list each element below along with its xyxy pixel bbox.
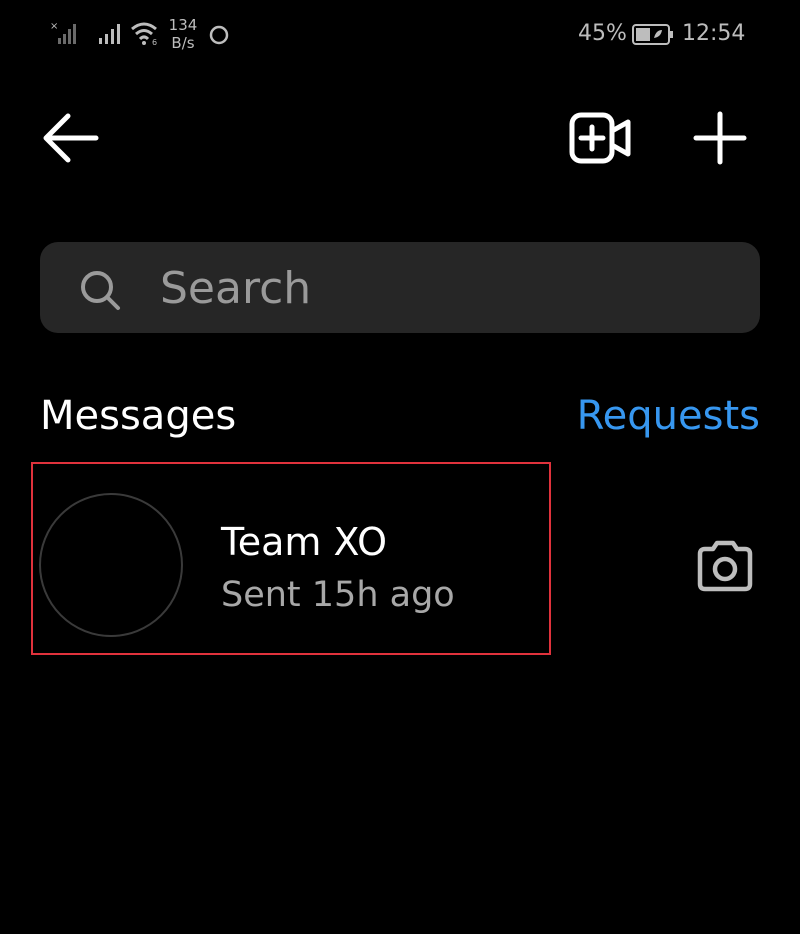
messages-section-title: Messages: [40, 393, 237, 439]
thread-name: Team XO: [221, 520, 388, 564]
status-bar: × 6 134 B/s 45% 12:54: [0, 0, 800, 70]
svg-text:×: ×: [50, 21, 58, 32]
video-call-add-icon[interactable]: [568, 110, 634, 166]
search-icon: [81, 271, 120, 310]
network-speed: 134 B/s: [168, 16, 198, 52]
requests-link[interactable]: Requests: [577, 390, 760, 442]
signal-strength-icon: [99, 24, 120, 44]
no-sim-signal-icon: ×: [50, 21, 76, 44]
clock: 12:54: [682, 21, 746, 46]
network-speed-value: 134: [168, 16, 198, 34]
wifi-icon: 6: [131, 22, 157, 46]
top-bar: [0, 100, 800, 180]
battery-percent: 45%: [578, 21, 627, 46]
avatar: [39, 493, 183, 637]
thread-status: Sent 15h ago: [221, 575, 455, 615]
message-thread-row[interactable]: Team XO Sent 15h ago: [31, 462, 551, 655]
circle-status-icon: [209, 25, 229, 45]
network-speed-unit: B/s: [171, 34, 195, 52]
search-input[interactable]: [160, 256, 720, 320]
svg-text:6: 6: [152, 38, 157, 46]
status-bar-right: 45% 12:54: [578, 16, 748, 52]
battery-icon: [632, 24, 673, 45]
plus-icon[interactable]: [692, 110, 748, 166]
camera-icon[interactable]: [694, 538, 756, 594]
back-arrow-icon[interactable]: [40, 112, 100, 164]
